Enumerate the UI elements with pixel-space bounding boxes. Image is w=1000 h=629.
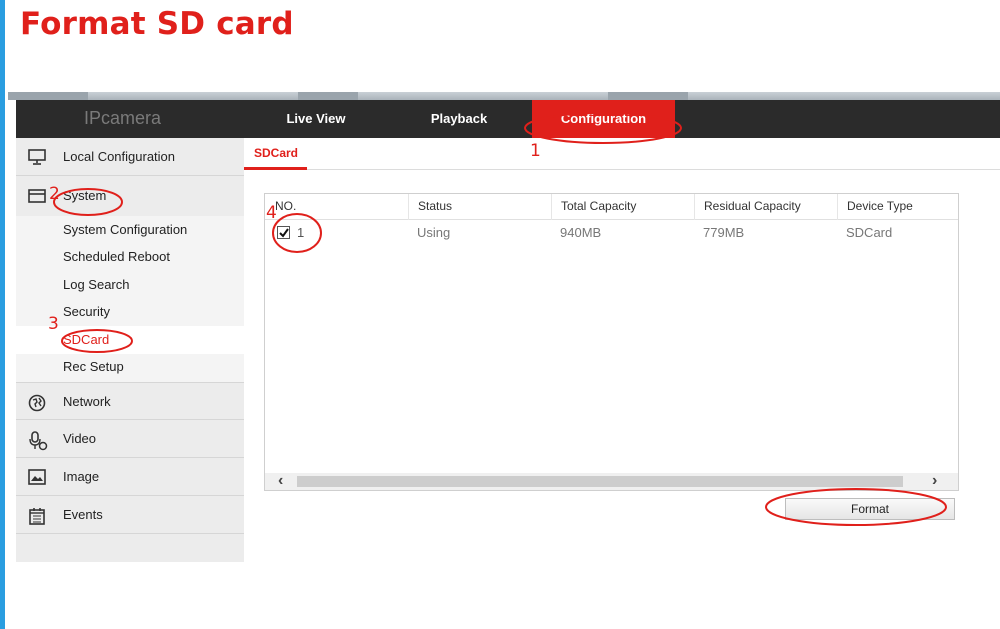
submenu-rec-setup[interactable]: Rec Setup xyxy=(16,353,244,381)
submenu-label: SDCard xyxy=(63,332,110,347)
sidebar-item-label: Events xyxy=(63,507,103,522)
table-header: NO. Status Total Capacity Residual Capac… xyxy=(265,194,958,220)
tab-playback[interactable]: Playback xyxy=(409,100,509,138)
content-tabbar: SDCard xyxy=(244,138,1000,170)
browser-tab-shade xyxy=(298,92,358,100)
submenu-scheduled-reboot[interactable]: Scheduled Reboot xyxy=(16,243,244,271)
brand-logo: IPcamera xyxy=(84,108,162,128)
annotation-number: 2 xyxy=(49,184,60,204)
column-header-status: Status xyxy=(408,194,551,220)
column-header-no: NO. xyxy=(275,199,297,213)
horizontal-scrollbar[interactable]: ‹ › xyxy=(265,472,958,490)
globe-icon xyxy=(28,394,46,412)
table-row[interactable]: 1 Using 940MB 779MB SDCard xyxy=(265,221,958,247)
annotation-number: 3 xyxy=(48,314,59,334)
annotation-number: 4 xyxy=(266,203,277,223)
cell-residual-capacity: 779MB xyxy=(703,225,745,240)
scroll-left-icon[interactable]: ‹ xyxy=(278,472,283,490)
column-header-total-capacity: Total Capacity xyxy=(551,194,694,220)
submenu-log-search[interactable]: Log Search xyxy=(16,271,244,299)
top-navigation: IPcamera Live View Playback Configuratio… xyxy=(16,100,1000,138)
monitor-icon xyxy=(28,149,46,165)
check-icon xyxy=(279,228,289,238)
cell-device-type: SDCard xyxy=(846,225,893,240)
sidebar-item-label: Video xyxy=(63,431,97,446)
left-accent-bar xyxy=(0,0,5,629)
sidebar-item-network[interactable]: Network xyxy=(16,382,244,420)
sidebar-item-label: Image xyxy=(63,469,100,484)
sidebar-item-local-configuration[interactable]: Local Configuration xyxy=(16,138,244,176)
annotation-number: 1 xyxy=(530,141,541,161)
sdcard-table: NO. Status Total Capacity Residual Capac… xyxy=(264,193,959,491)
sidebar-item-image[interactable]: Image xyxy=(16,458,244,496)
sidebar-item-label: Local Configuration xyxy=(63,149,176,164)
column-header-device-type: Device Type xyxy=(837,194,958,220)
browser-chrome-strip xyxy=(8,92,1000,100)
cell-total-capacity: 940MB xyxy=(560,225,602,240)
microphone-icon xyxy=(28,431,48,451)
tab-configuration[interactable]: Configuration xyxy=(532,100,675,138)
calendar-icon xyxy=(28,507,46,525)
sidebar-item-video[interactable]: Video xyxy=(16,420,244,458)
submenu-label: Security xyxy=(63,304,110,319)
submenu-label: System Configuration xyxy=(63,222,188,237)
tab-sdcard[interactable]: SDCard xyxy=(254,146,298,160)
picture-icon xyxy=(28,469,46,485)
submenu-system-configuration[interactable]: System Configuration xyxy=(16,216,244,244)
submenu-label: Log Search xyxy=(63,277,130,292)
scrollbar-thumb[interactable] xyxy=(297,476,903,487)
page-title: Format SD card xyxy=(20,6,294,42)
submenu-label: Rec Setup xyxy=(63,359,124,374)
sidebar-item-label: Network xyxy=(63,394,111,409)
system-submenu: System Configuration Scheduled Reboot Lo… xyxy=(16,216,244,382)
sidebar-item-events[interactable]: Events xyxy=(16,496,244,534)
browser-tab-shade xyxy=(8,92,88,100)
format-button[interactable]: Format xyxy=(785,498,955,520)
tab-live-view[interactable]: Live View xyxy=(266,100,366,138)
active-tab-underline xyxy=(244,167,307,170)
scroll-right-icon[interactable]: › xyxy=(932,472,937,490)
row-checkbox[interactable] xyxy=(277,226,290,239)
browser-tab-shade xyxy=(608,92,688,100)
cell-no: 1 xyxy=(297,225,305,240)
submenu-label: Scheduled Reboot xyxy=(63,249,170,264)
sidebar-item-label: System xyxy=(63,188,107,203)
cell-status: Using xyxy=(417,225,451,240)
column-header-residual-capacity: Residual Capacity xyxy=(694,194,837,220)
window-icon xyxy=(28,188,46,204)
